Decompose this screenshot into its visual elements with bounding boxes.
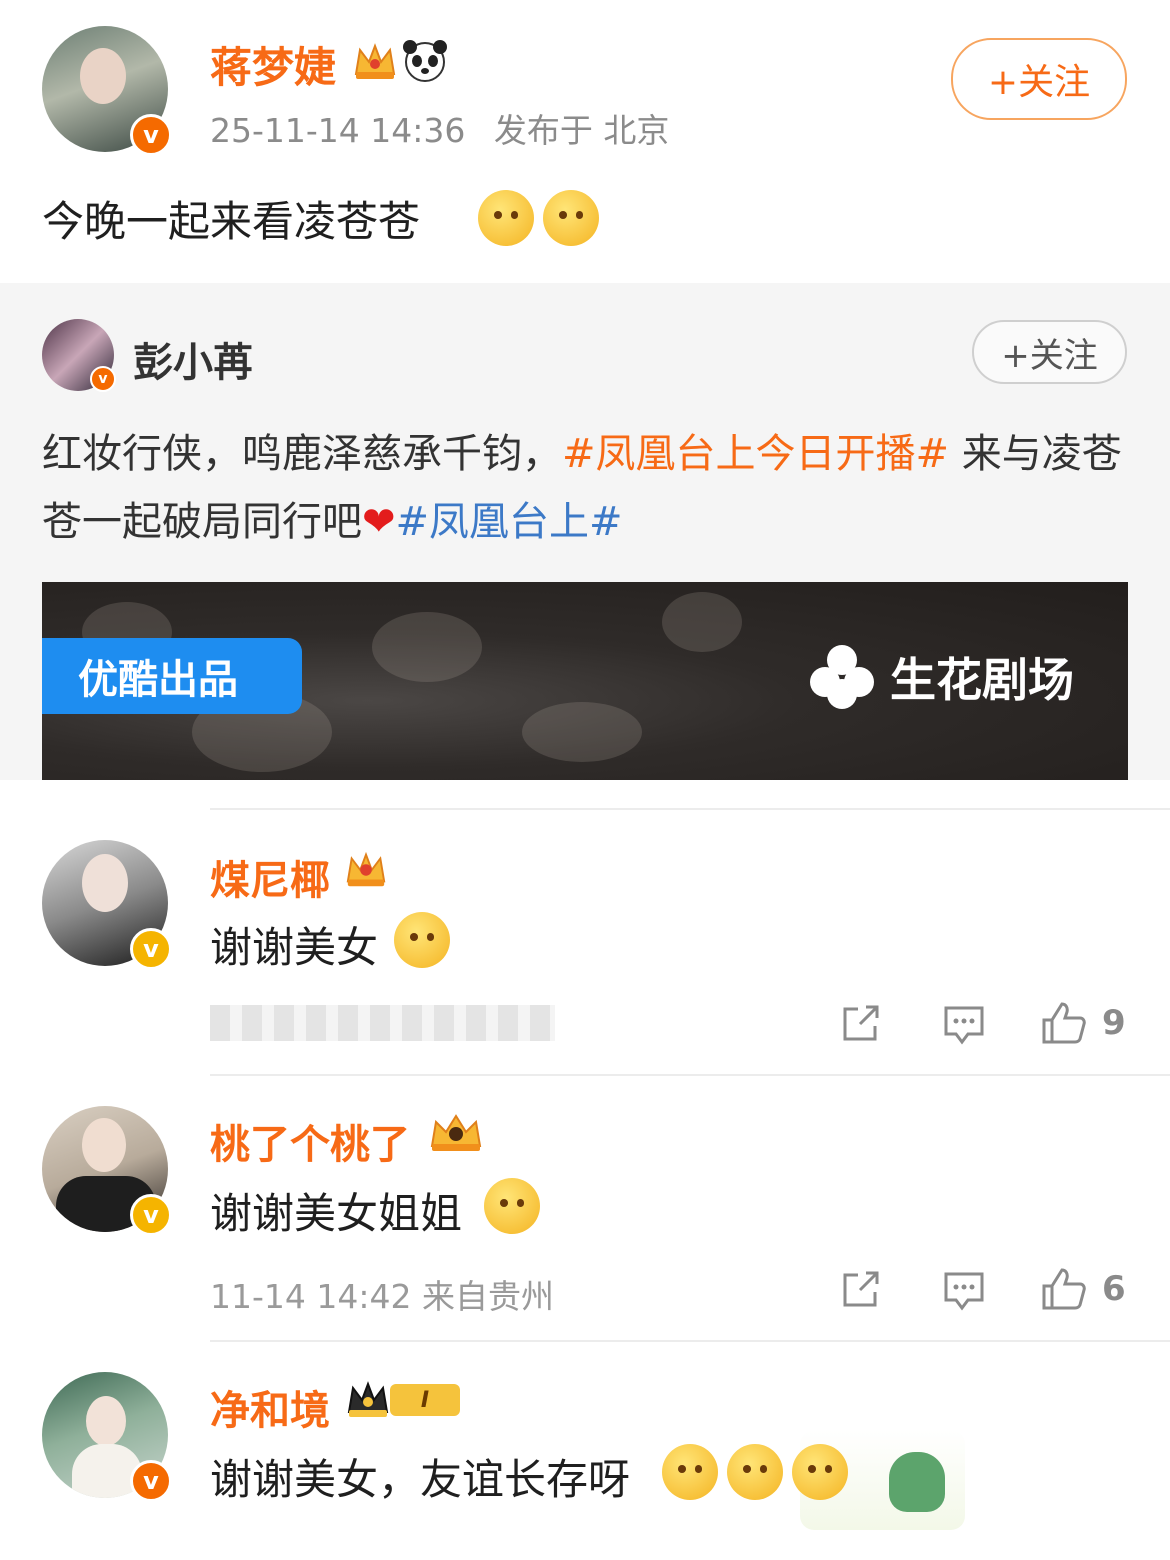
member-level-badge: I	[390, 1384, 460, 1416]
crown-icon	[430, 1114, 482, 1151]
share-icon[interactable]	[840, 1270, 882, 1310]
avatar-face	[80, 48, 126, 104]
comment-text: 谢谢美女	[210, 923, 379, 972]
author-name[interactable]: 蒋梦婕	[210, 34, 336, 95]
topic-link[interactable]: #凤凰台上#	[396, 499, 623, 545]
avatar-face	[86, 1396, 126, 1446]
verified-badge-icon: v	[130, 114, 172, 156]
post-meta: 25-11-14 14:36 发布于 北京	[210, 104, 669, 152]
flower-emoji-icon	[662, 1444, 718, 1500]
verified-badge-icon: v	[130, 928, 172, 970]
post-time: 25-11-14 14:36	[210, 111, 466, 150]
brand-logo: 生花剧场	[810, 644, 1074, 710]
comment-icon[interactable]	[942, 1270, 986, 1312]
crown-icon	[354, 43, 396, 79]
producer-badge: 优酷出品	[42, 638, 302, 714]
video-banner[interactable]: 优酷出品 生花剧场	[42, 582, 1128, 780]
post-body: 今晚一起来看凌苍苍	[42, 197, 421, 246]
flower-emoji-icon	[792, 1444, 848, 1500]
heart-icon: ❤	[362, 499, 396, 545]
like-count: 9	[1102, 1003, 1126, 1043]
commenter-name[interactable]: 煤尼椰	[210, 848, 330, 906]
repost-follow-button[interactable]: +关注	[972, 320, 1127, 384]
brand-name: 生花剧场	[890, 653, 1074, 707]
dino-icon	[889, 1452, 945, 1512]
thumbs-up-icon	[1042, 1268, 1086, 1310]
crying-emoji-icon	[484, 1178, 540, 1234]
verified-badge-icon: v	[130, 1194, 172, 1236]
repost-author-name[interactable]: 彭小苒	[133, 330, 253, 388]
comment-text: 谢谢美女姐姐	[210, 1189, 463, 1238]
divider	[210, 808, 1170, 810]
commenter-name[interactable]: 桃了个桃了	[210, 1112, 410, 1170]
post-text: 今晚一起来看凌苍苍	[42, 188, 420, 249]
verified-badge-icon: v	[90, 366, 116, 392]
repost-text: 红妆行侠，鸣鹿泽慈承千钧，#凤凰台上今日开播# 来与凌苍苍一起破局同行吧❤#凤凰…	[42, 420, 1132, 556]
divider	[210, 1340, 1170, 1342]
kiss-emoji-icon	[394, 912, 450, 968]
share-icon[interactable]	[840, 1004, 882, 1044]
like-button[interactable]: 6	[1040, 1266, 1126, 1312]
follow-button[interactable]: +关注	[951, 38, 1127, 120]
verified-badge-icon: v	[130, 1460, 172, 1502]
cheer-emoji-icon	[543, 190, 599, 246]
comment-icon[interactable]	[942, 1004, 986, 1046]
avatar-face	[82, 854, 128, 912]
like-count: 6	[1102, 1269, 1126, 1309]
commenter-name[interactable]: 净和境	[210, 1378, 330, 1436]
comment-meta: 11-14 14:42 来自贵州	[210, 1277, 554, 1316]
flower-logo-icon	[810, 645, 874, 709]
comment-meta-blurred	[210, 1005, 555, 1041]
avatar-face	[82, 1118, 126, 1172]
topic-link[interactable]: #凤凰台上今日开播#	[562, 431, 949, 477]
flower-emoji-icon	[727, 1444, 783, 1500]
post-location: 发布于 北京	[493, 111, 670, 150]
comment-text: 谢谢美女，友谊长存呀	[210, 1455, 631, 1504]
like-button[interactable]: 9	[1040, 1000, 1126, 1046]
crown-icon	[347, 1381, 389, 1417]
repost-body-1: 红妆行侠，鸣鹿泽慈承千钧，	[42, 431, 562, 477]
cheer-emoji-icon	[478, 190, 534, 246]
panda-icon	[403, 40, 447, 82]
thumbs-up-icon	[1042, 1002, 1086, 1044]
divider	[210, 1074, 1170, 1076]
crown-icon	[346, 851, 386, 887]
